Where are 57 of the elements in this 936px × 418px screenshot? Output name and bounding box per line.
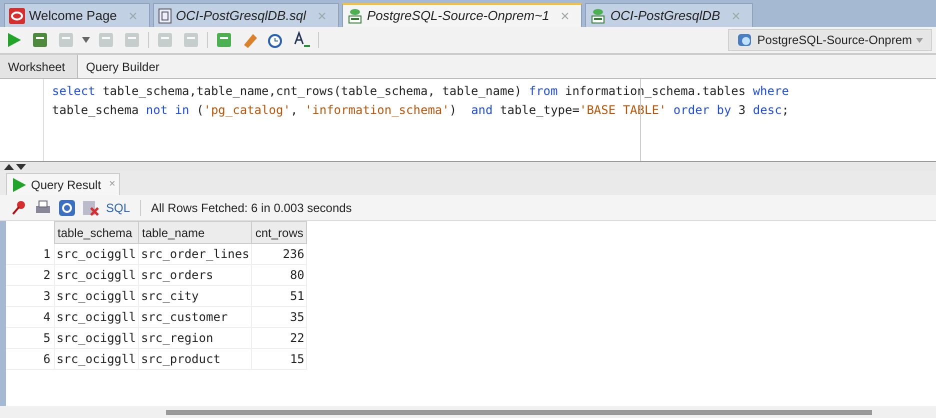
table-cell: src_region — [138, 328, 252, 348]
query-result-tab[interactable]: Query Result × — [6, 173, 120, 195]
caret-icon[interactable] — [82, 37, 90, 43]
table-cell: src_ociggll — [54, 244, 138, 264]
table-cell: src_ociggll — [54, 328, 138, 348]
table-cell: src_city — [138, 286, 252, 306]
close-icon[interactable] — [732, 12, 740, 20]
caret-icon — [916, 38, 923, 42]
document-icon — [158, 8, 172, 24]
row-number: 1 — [6, 244, 54, 264]
oracle-logo-icon — [9, 8, 25, 24]
close-icon[interactable] — [561, 12, 570, 20]
column-header[interactable]: table_schema — [54, 222, 138, 244]
row-number: 3 — [6, 286, 54, 306]
table-cell: src_ociggll — [54, 286, 138, 306]
table-cell: 35 — [252, 306, 307, 328]
database-connection-icon — [737, 32, 754, 48]
table-cell: src_order_lines — [138, 244, 252, 264]
row-number: 5 — [6, 328, 54, 348]
database-sql-icon — [346, 8, 363, 24]
table-cell: src_orders — [138, 264, 252, 286]
pin-icon[interactable] — [10, 198, 28, 216]
table-cell: 51 — [252, 286, 307, 306]
column-header[interactable]: cnt_rows — [252, 222, 307, 244]
document-tab[interactable]: PostgreSQL-Source-Onprem~1 — [342, 3, 582, 27]
table-cell: src_ociggll — [54, 306, 138, 328]
editor-tab[interactable]: Query Builder — [78, 55, 168, 78]
database-sql-icon — [590, 8, 606, 24]
table-cell: src_product — [138, 348, 252, 370]
table-cell: 236 — [252, 244, 307, 264]
row-number: 6 — [6, 348, 54, 370]
close-icon[interactable] — [128, 12, 137, 20]
code-line: table_schema not in ('pg_catalog', 'information_schema') and table_type='BASE TABLE' order by 3 desc; — [52, 102, 790, 119]
splitter-arrows-icon[interactable] — [4, 164, 26, 170]
refresh-icon[interactable] — [58, 198, 76, 216]
connection-selector[interactable]: PostgreSQL-Source-Onprem — [728, 29, 932, 51]
cancel-icon[interactable] — [82, 198, 100, 216]
code-line: select table_schema,table_name,cnt_rows(table_schema, table_name) from information_schema.tables where — [52, 83, 789, 100]
table-cell: 80 — [252, 264, 307, 286]
table-cell: src_customer — [138, 306, 252, 328]
sql-link[interactable]: SQL — [106, 198, 130, 216]
table-cell: 22 — [252, 328, 307, 348]
close-icon[interactable] — [318, 12, 326, 20]
document-tab[interactable]: Welcome Page — [4, 3, 150, 27]
column-header[interactable]: table_name — [138, 222, 252, 244]
document-tab[interactable]: OCI-PostGresqlDB.sql — [152, 3, 339, 27]
table-cell: src_ociggll — [54, 348, 138, 370]
table-cell: 15 — [252, 348, 307, 370]
run-icon — [11, 176, 27, 192]
document-tab[interactable]: OCI-PostGresqlDB — [585, 3, 754, 27]
fetch-status: All Rows Fetched: 6 in 0.003 seconds — [151, 200, 352, 216]
table-cell: src_ociggll — [54, 264, 138, 286]
format-text-icon[interactable] — [292, 30, 312, 50]
row-number: 4 — [6, 306, 54, 328]
scrollbar-thumb[interactable] — [166, 410, 872, 414]
row-number: 2 — [6, 264, 54, 286]
editor-tab[interactable]: Worksheet — [0, 55, 78, 78]
